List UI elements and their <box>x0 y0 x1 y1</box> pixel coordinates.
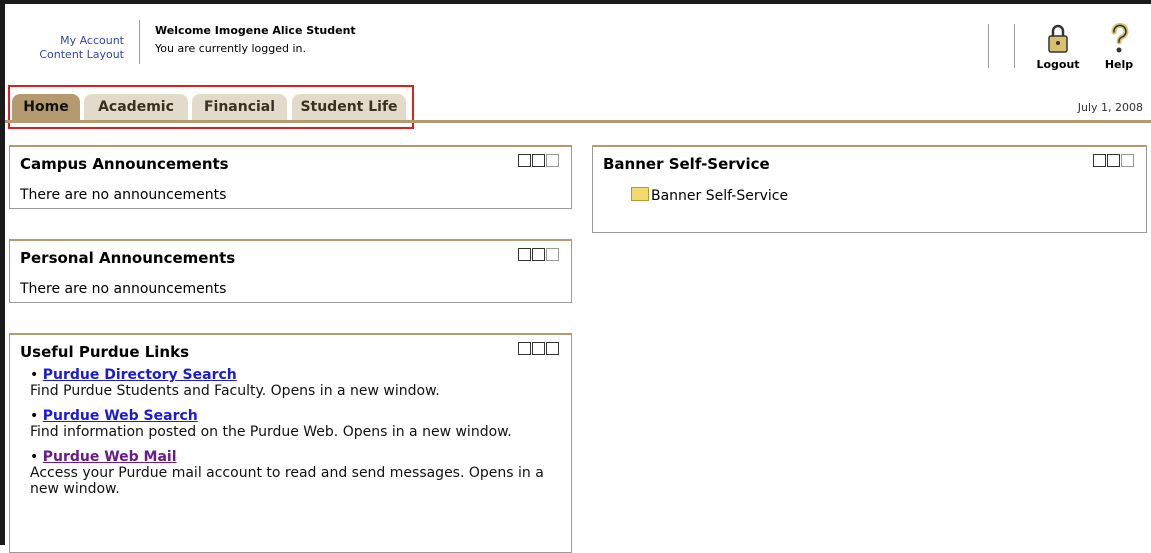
close-icon[interactable] <box>546 154 559 167</box>
portlet-title: Personal Announcements <box>20 249 236 267</box>
portlet-title: Campus Announcements <box>20 155 229 173</box>
top-border <box>0 0 1151 4</box>
move-up-icon[interactable] <box>532 154 545 167</box>
account-links: My Account Content Layout <box>12 34 124 62</box>
close-icon[interactable] <box>1121 154 1134 167</box>
portlet-title: Banner Self-Service <box>603 155 770 173</box>
folder-icon <box>631 187 649 201</box>
close-icon[interactable] <box>546 342 559 355</box>
portlet-controls <box>518 154 559 167</box>
logout-label: Logout <box>1036 58 1080 71</box>
lock-icon <box>1048 24 1068 53</box>
my-account-link[interactable]: My Account <box>12 34 124 48</box>
welcome-block: Welcome Imogene Alice Student You are cu… <box>155 22 356 58</box>
current-date: July 1, 2008 <box>1077 101 1143 114</box>
tab-rule <box>5 120 1151 123</box>
list-item: • Purdue Directory Search Find Purdue St… <box>30 367 440 399</box>
portlet-title: Useful Purdue Links <box>20 343 190 361</box>
portlet-controls <box>518 342 559 355</box>
left-border <box>0 0 5 545</box>
move-up-icon[interactable] <box>532 248 545 261</box>
maximize-icon[interactable] <box>518 248 531 261</box>
web-search-link[interactable]: Purdue Web Search <box>43 408 198 424</box>
maximize-icon[interactable] <box>518 342 531 355</box>
web-mail-link[interactable]: Purdue Web Mail <box>43 449 177 465</box>
personal-announcements-portlet: Personal Announcements There are no anno… <box>9 239 572 303</box>
portlet-body: There are no announcements <box>20 281 227 297</box>
banner-folder-link[interactable]: Banner Self-Service <box>631 187 788 204</box>
portlet-body: There are no announcements <box>20 187 227 203</box>
move-up-icon[interactable] <box>1107 154 1120 167</box>
welcome-text: Welcome Imogene Alice Student <box>155 24 356 37</box>
link-description: Find information posted on the Purdue We… <box>30 424 512 440</box>
directory-search-link[interactable]: Purdue Directory Search <box>43 367 237 383</box>
link-description: Access your Purdue mail account to read … <box>30 465 544 497</box>
login-status: You are currently logged in. <box>155 42 307 55</box>
content-layout-link[interactable]: Content Layout <box>12 48 124 62</box>
list-item: • Purdue Web Search Find information pos… <box>30 408 512 440</box>
help-button[interactable]: Help <box>1094 22 1144 71</box>
folder-label: Banner Self-Service <box>651 188 789 204</box>
logout-button[interactable]: Logout <box>1033 22 1083 71</box>
banner-self-service-portlet: Banner Self-Service Banner Self-Service <box>592 145 1147 233</box>
maximize-icon[interactable] <box>518 154 531 167</box>
link-description: Find Purdue Students and Faculty. Opens … <box>30 383 440 399</box>
toolbar-divider-1 <box>988 24 989 68</box>
campus-announcements-portlet: Campus Announcements There are no announ… <box>9 145 572 209</box>
useful-links-portlet: Useful Purdue Links • Purdue Directory S… <box>9 333 572 553</box>
close-icon[interactable] <box>546 248 559 261</box>
links-list: • Purdue Directory Search Find Purdue St… <box>30 367 550 506</box>
question-icon <box>1111 22 1129 53</box>
header-divider <box>139 20 140 64</box>
toolbar-divider-2 <box>1014 24 1015 68</box>
list-item: • Purdue Web Mail Access your Purdue mai… <box>30 449 544 497</box>
portlet-controls <box>1093 154 1134 167</box>
maximize-icon[interactable] <box>1093 154 1106 167</box>
portlet-controls <box>518 248 559 261</box>
move-up-icon[interactable] <box>532 342 545 355</box>
help-label: Help <box>1104 58 1134 71</box>
